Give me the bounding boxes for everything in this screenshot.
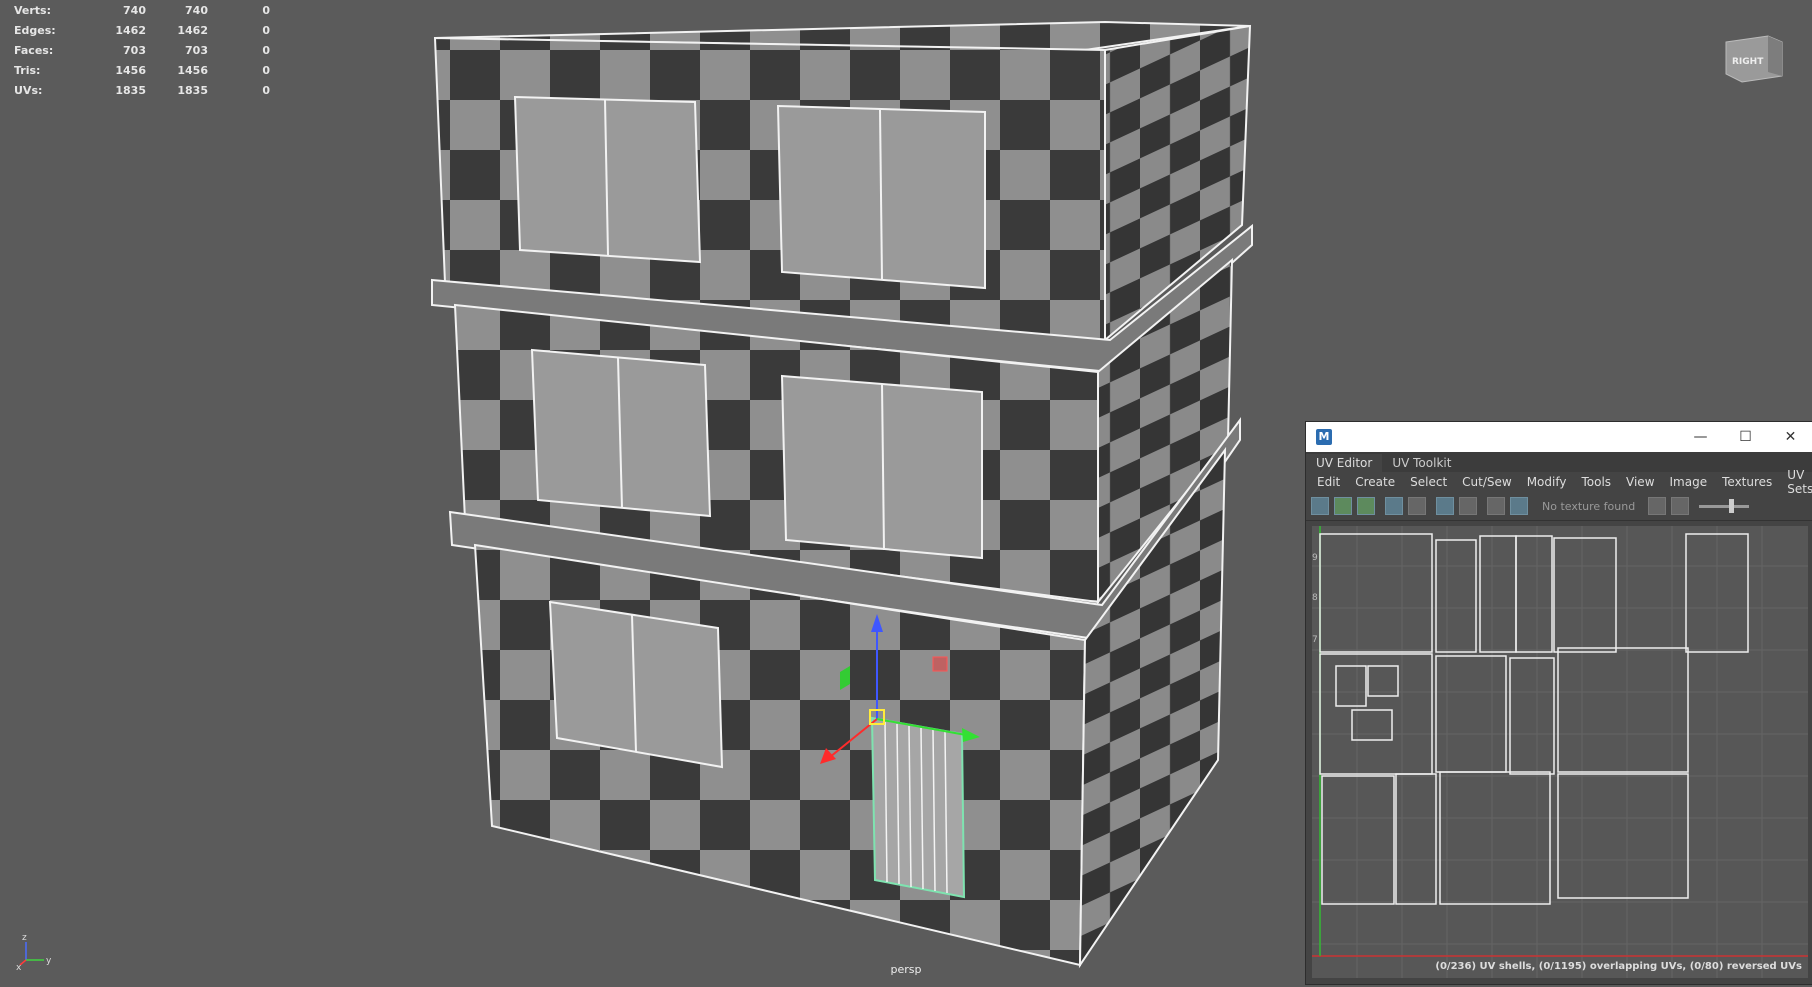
uv-grid-label-7: 7 [1312,635,1318,645]
uv-toolbar: No texture found [1306,492,1812,521]
uv-face-select-icon[interactable] [1334,497,1352,515]
image-channel-icon[interactable] [1671,497,1690,515]
menu-modify[interactable]: Modify [1527,475,1567,489]
menu-uv-sets[interactable]: UV Sets [1787,468,1812,496]
uv-edge-select-icon[interactable] [1357,497,1375,515]
menu-textures[interactable]: Textures [1722,475,1772,489]
snapshot-icon[interactable] [1487,497,1505,515]
uv-grid[interactable]: 9 8 7 (0/236) UV shells, (0/1195) overla… [1312,526,1808,978]
uv-grid-label-8: 8 [1312,593,1318,603]
menu-cut-sew[interactable]: Cut/Sew [1462,475,1512,489]
uv-grid-label-9: 9 [1312,553,1318,563]
grid-icon[interactable] [1436,497,1454,515]
uv-editor-window[interactable]: M — ☐ ✕ UV Editor UV Toolkit Edit Create… [1305,421,1812,985]
axis-label-z: z [22,933,27,943]
menu-edit[interactable]: Edit [1317,475,1340,489]
uv-tabs: UV Editor UV Toolkit [1306,452,1812,472]
menu-image[interactable]: Image [1670,475,1708,489]
rgb-channel-icon[interactable] [1648,497,1667,515]
uv-editor-titlebar[interactable]: M — ☐ ✕ [1306,422,1812,452]
menu-tools[interactable]: Tools [1581,475,1611,489]
slider-knob[interactable] [1729,498,1735,513]
uv-status-line: (0/236) UV shells, (0/1195) overlapping … [1435,961,1802,972]
viewcube[interactable]: RIGHT [1722,28,1786,88]
viewcube-label: RIGHT [1732,57,1764,67]
menu-create[interactable]: Create [1355,475,1395,489]
maximize-button[interactable]: ☐ [1723,422,1768,452]
uv-menubar: Edit Create Select Cut/Sew Modify Tools … [1306,468,1812,496]
pixel-snap-icon[interactable] [1459,497,1477,515]
minimize-button[interactable]: — [1678,422,1723,452]
close-button[interactable]: ✕ [1768,422,1812,452]
dim-image-icon[interactable] [1408,497,1426,515]
menu-select[interactable]: Select [1410,475,1447,489]
menu-view[interactable]: View [1626,475,1654,489]
display-image-icon[interactable] [1385,497,1403,515]
checker-icon[interactable] [1510,497,1528,515]
uv-shell-select-icon[interactable] [1311,497,1329,515]
tab-uv-editor[interactable]: UV Editor [1306,454,1383,472]
texture-status: No texture found [1542,499,1636,513]
tab-uv-toolkit[interactable]: UV Toolkit [1382,454,1461,472]
exposure-slider[interactable] [1699,498,1750,513]
maya-app-icon: M [1316,429,1332,445]
